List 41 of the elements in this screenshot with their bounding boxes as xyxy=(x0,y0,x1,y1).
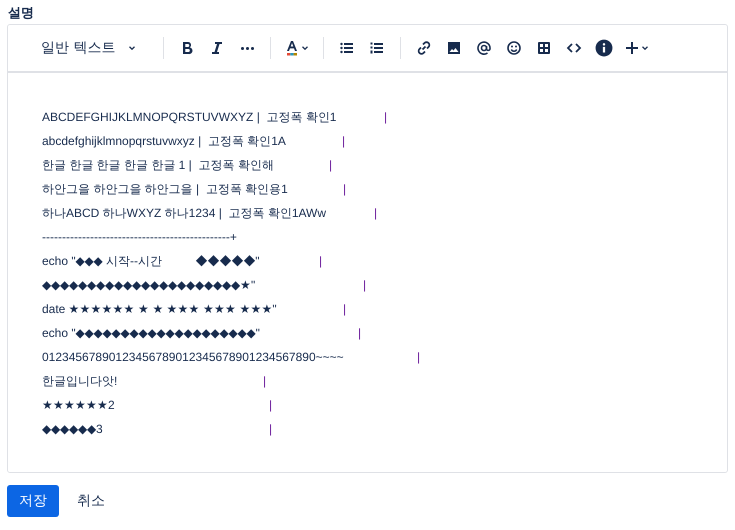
line-end-mark: | xyxy=(319,253,322,270)
field-label: 설명 xyxy=(7,5,35,23)
at-sign-icon xyxy=(476,40,492,56)
plus-icon xyxy=(624,40,640,56)
cancel-button[interactable]: 취소 xyxy=(73,492,109,510)
line-end-mark: | xyxy=(269,397,272,414)
text-line: echo "◆◆◆ 시작--시간 ◆◆◆◆◆" xyxy=(42,254,260,268)
image-icon xyxy=(446,40,462,56)
line-end-mark: | xyxy=(329,157,332,174)
line-end-mark: | xyxy=(384,109,388,126)
line-end-mark: | xyxy=(363,277,366,294)
bullet-list-icon xyxy=(339,40,356,56)
line-end-mark: | xyxy=(269,421,272,438)
numbered-list-icon xyxy=(369,40,386,56)
line-end-mark: | xyxy=(342,133,346,150)
text-line: -----------------------------------------------+ xyxy=(42,230,237,244)
save-button[interactable]: 저장 xyxy=(7,485,59,517)
text-line: ★★★★★★2 xyxy=(42,398,115,412)
line-end-mark: | xyxy=(417,349,420,366)
line-end-mark: | xyxy=(263,373,266,390)
text-line: ABCDEFGHIJKLMNOPQRSTUVWXYZ | 고정폭 확인1 xyxy=(42,110,336,124)
text-line: date ★★★★★★ ★ ★ ★★★ ★★★ ★★★" xyxy=(42,302,277,316)
text-line: 01234567890123456789012345678901234567890~~~~ xyxy=(42,350,344,364)
text-style-dropdown[interactable]: 일반 텍스트 xyxy=(33,33,146,63)
line-end-mark: | xyxy=(343,181,346,198)
text-line: 한글입니다앗! xyxy=(42,374,118,388)
text-line: echo "◆◆◆◆◆◆◆◆◆◆◆◆◆◆◆◆◆◆◆◆" xyxy=(42,326,260,340)
smiley-icon xyxy=(506,40,522,56)
more-icon xyxy=(240,46,254,50)
info-icon xyxy=(595,39,614,57)
line-end-mark: | xyxy=(343,301,346,318)
link-icon xyxy=(416,40,432,56)
text-line: ◆◆◆◆◆◆◆◆◆◆◆◆◆◆◆◆◆◆◆◆◆◆★" xyxy=(42,278,256,292)
text-line: ◆◆◆◆◆◆3 xyxy=(42,422,103,436)
line-end-mark: | xyxy=(358,325,362,342)
table-icon xyxy=(536,40,552,56)
text-line: 하안그을 하안그을 하안그을 | 고정폭 확인용1 xyxy=(42,182,288,196)
text-line: 한글 한글 한글 한글 한글 1 | 고정폭 확인해 xyxy=(42,158,274,172)
text-line: abcdefghijklmnopqrstuvwxyz | 고정폭 확인1A xyxy=(42,134,286,148)
text-line: 하나ABCD 하나WXYZ 하나1234 | 고정폭 확인1AWw xyxy=(42,206,326,220)
line-end-mark: | xyxy=(374,205,378,222)
